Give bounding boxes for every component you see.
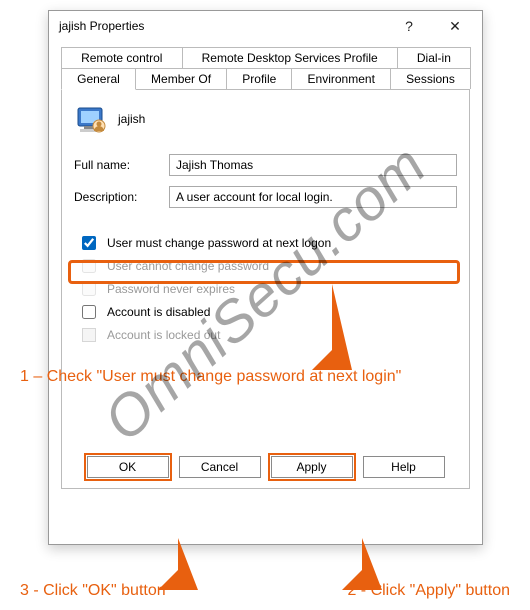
tab-profile[interactable]: Profile (226, 68, 292, 89)
checkbox-password-never-expires-input (82, 282, 96, 296)
help-icon[interactable]: ? (386, 12, 432, 40)
checkbox-cannot-change-password-input (82, 259, 96, 273)
checkbox-password-never-expires: Password never expires (78, 279, 457, 299)
close-icon[interactable]: ✕ (432, 12, 478, 40)
tab-dial-in[interactable]: Dial-in (397, 47, 471, 68)
ok-button[interactable]: OK (87, 456, 169, 478)
help-button[interactable]: Help (363, 456, 445, 478)
description-input[interactable] (169, 186, 457, 208)
checkbox-label: User must change password at next logon (107, 236, 331, 250)
window-title: jajish Properties (59, 19, 386, 33)
tab-remote-control[interactable]: Remote control (61, 47, 183, 68)
checkbox-account-disabled[interactable]: Account is disabled (78, 302, 457, 322)
checkbox-account-disabled-input[interactable] (82, 305, 96, 319)
cancel-button[interactable]: Cancel (179, 456, 261, 478)
annotation-1-text: 1 – Check "User must change password at … (20, 368, 525, 386)
dialog-body: Remote control Remote Desktop Services P… (49, 41, 482, 501)
titlebar: jajish Properties ? ✕ (49, 11, 482, 41)
checkbox-label: Account is disabled (107, 305, 210, 319)
fullname-input[interactable] (169, 154, 457, 176)
properties-dialog: jajish Properties ? ✕ Remote control Rem… (48, 10, 483, 545)
checkbox-account-locked-out: Account is locked out (78, 325, 457, 345)
checkbox-label: Password never expires (107, 282, 235, 296)
annotation-2-text: 2 - Click "Apply" button (347, 582, 510, 600)
description-row: Description: (74, 186, 457, 208)
checkbox-change-password-next-logon[interactable]: User must change password at next logon (78, 233, 457, 253)
fullname-label: Full name: (74, 158, 169, 172)
tab-general[interactable]: General (61, 68, 136, 90)
user-header: jajish (74, 102, 457, 136)
description-label: Description: (74, 190, 169, 204)
checkbox-label: Account is locked out (107, 328, 220, 342)
fullname-row: Full name: (74, 154, 457, 176)
user-icon (74, 102, 108, 136)
button-row: OK Cancel Apply Help (62, 456, 469, 478)
tab-remote-desktop-services-profile[interactable]: Remote Desktop Services Profile (182, 47, 398, 68)
checkbox-cannot-change-password: User cannot change password (78, 256, 457, 276)
tab-strip: Remote control Remote Desktop Services P… (61, 47, 470, 489)
annotation-3-text: 3 - Click "OK" button (20, 582, 166, 600)
checkbox-label: User cannot change password (107, 259, 269, 273)
tab-sessions[interactable]: Sessions (390, 68, 471, 89)
tab-member-of[interactable]: Member Of (135, 68, 227, 89)
apply-button[interactable]: Apply (271, 456, 353, 478)
tab-environment[interactable]: Environment (291, 68, 391, 89)
checkbox-change-password-next-logon-input[interactable] (82, 236, 96, 250)
checkbox-account-locked-out-input (82, 328, 96, 342)
user-name: jajish (118, 112, 145, 126)
tab-panel-general: jajish Full name: Description: User must… (61, 89, 470, 489)
